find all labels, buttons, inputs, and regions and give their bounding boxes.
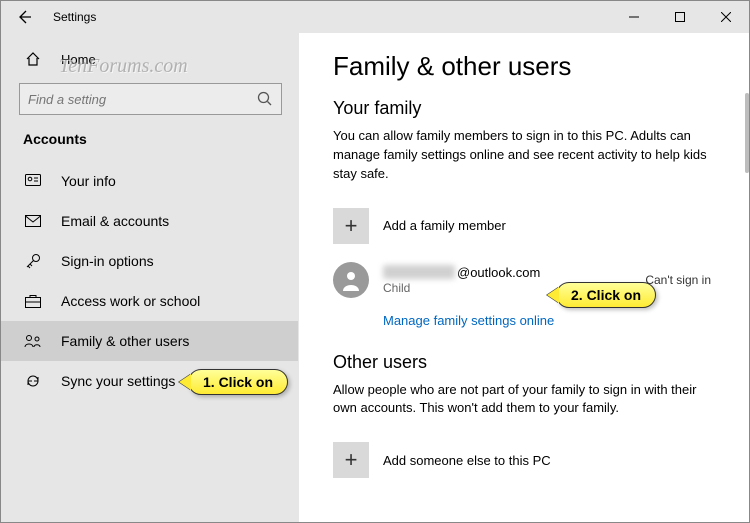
member-email: @outlook.com [383, 265, 645, 280]
close-icon [721, 12, 731, 22]
avatar [333, 262, 369, 298]
search-box[interactable] [19, 83, 282, 115]
home-icon [23, 51, 43, 67]
sidebar-item-label: Access work or school [61, 293, 200, 309]
settings-window: Settings Home [0, 0, 750, 523]
window-title: Settings [47, 10, 96, 24]
home-label: Home [61, 52, 96, 67]
redacted-name [383, 265, 455, 279]
plus-icon: + [333, 442, 369, 478]
family-description: You can allow family members to sign in … [333, 127, 715, 184]
key-icon [23, 253, 43, 269]
plus-icon: + [333, 208, 369, 244]
scrollbar[interactable] [745, 93, 749, 173]
maximize-button[interactable] [657, 1, 703, 33]
sidebar-item-label: Sync your settings [61, 373, 175, 389]
callout-step-2: 2. Click on [556, 282, 656, 308]
sidebar-item-label: Email & accounts [61, 213, 169, 229]
sidebar-item-family[interactable]: Family & other users [1, 321, 298, 361]
add-other-label: Add someone else to this PC [383, 453, 551, 468]
sidebar-item-email[interactable]: Email & accounts [1, 201, 298, 241]
email-icon [23, 215, 43, 227]
home-nav[interactable]: Home [1, 41, 298, 77]
maximize-icon [675, 12, 685, 22]
sync-icon [23, 373, 43, 389]
search-input[interactable] [28, 92, 257, 107]
section-heading: Accounts [1, 127, 298, 161]
other-users-description: Allow people who are not part of your fa… [333, 381, 715, 419]
add-other-user-button[interactable]: + Add someone else to this PC [333, 432, 715, 488]
search-icon [257, 91, 273, 107]
family-icon [23, 334, 43, 348]
close-button[interactable] [703, 1, 749, 33]
other-users-heading: Other users [333, 352, 715, 373]
back-button[interactable] [1, 9, 47, 25]
add-family-label: Add a family member [383, 218, 506, 233]
family-member-row[interactable]: @outlook.com Child Can't sign in [333, 262, 715, 298]
person-icon [340, 269, 362, 291]
member-status: Can't sign in [645, 273, 715, 287]
sidebar-item-work[interactable]: Access work or school [1, 281, 298, 321]
sidebar-item-label: Your info [61, 173, 116, 189]
family-heading: Your family [333, 98, 715, 119]
sidebar: Home Accounts Your info Email & accounts… [1, 33, 299, 522]
content-pane: Family & other users Your family You can… [299, 33, 749, 522]
your-info-icon [23, 174, 43, 188]
add-family-member-button[interactable]: + Add a family member [333, 198, 715, 254]
page-title: Family & other users [333, 51, 715, 82]
minimize-button[interactable] [611, 1, 657, 33]
briefcase-icon [23, 294, 43, 308]
titlebar: Settings [1, 1, 749, 33]
sidebar-item-label: Family & other users [61, 333, 189, 349]
minimize-icon [629, 12, 639, 22]
sidebar-item-your-info[interactable]: Your info [1, 161, 298, 201]
sidebar-item-label: Sign-in options [61, 253, 154, 269]
sidebar-item-signin[interactable]: Sign-in options [1, 241, 298, 281]
callout-step-1: 1. Click on [188, 369, 288, 395]
back-arrow-icon [16, 9, 32, 25]
manage-family-link[interactable]: Manage family settings online [383, 313, 554, 328]
